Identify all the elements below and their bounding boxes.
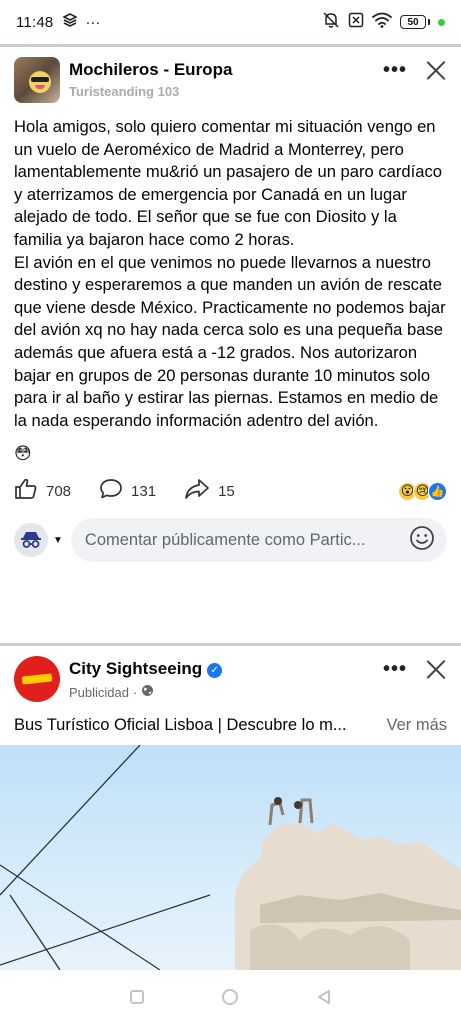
reaction-summary[interactable]: 😮 😢 👍 (398, 481, 447, 501)
post-text: Hola amigos, solo quiero comentar mi sit… (0, 103, 461, 432)
privacy-indicator-dot (438, 18, 445, 26)
page-name-row: City Sightseeing ✓ (69, 659, 383, 679)
sponsored-row: Publicidad · (69, 684, 383, 700)
status-more: ··· (85, 13, 101, 31)
post-meta: Mochileros - Europa Turisteanding 103 (69, 57, 383, 99)
group-avatar[interactable] (14, 57, 60, 103)
author-name[interactable]: Turisteanding 103 (69, 84, 383, 99)
more-options-icon[interactable]: ••• (383, 60, 407, 80)
post-header: City Sightseeing ✓ Publicidad · ••• (0, 646, 461, 702)
separator: · (133, 684, 138, 700)
arch-photo (0, 745, 461, 970)
recents-nav-icon[interactable] (128, 988, 146, 1006)
comment-icon (99, 478, 123, 504)
like-count: 708 (46, 482, 72, 500)
action-bar: 708 131 15 😮 😢 👍 (0, 464, 461, 504)
no-sim-icon (348, 12, 364, 32)
incognito-avatar-icon[interactable] (14, 523, 48, 558)
ad-text-row: Bus Turístico Oficial Lisboa | Descubre … (0, 702, 461, 735)
like-reaction-icon: 👍 (428, 481, 447, 501)
comment-button[interactable]: 131 (99, 478, 156, 504)
globe-icon (141, 684, 154, 700)
home-nav-icon[interactable] (221, 988, 239, 1006)
ad-image[interactable] (0, 745, 461, 970)
post-paragraph: Hola amigos, solo quiero comentar mi sit… (14, 117, 443, 249)
battery-icon: 50 (400, 15, 430, 29)
share-count: 15 (218, 482, 235, 500)
system-nav-bar (0, 970, 461, 1024)
photos-icon (62, 13, 79, 31)
sponsored-post: City Sightseeing ✓ Publicidad · ••• Bus T… (0, 646, 461, 735)
like-button[interactable]: 708 (14, 478, 71, 504)
like-icon (14, 478, 38, 504)
feed-post: Mochileros - Europa Turisteanding 103 ••… (0, 47, 461, 563)
comment-placeholder: Comentar públicamente como Partic... (84, 530, 366, 549)
post-emoji: 😳 (14, 444, 32, 464)
emoji-picker-icon[interactable] (409, 525, 435, 556)
close-icon[interactable] (425, 658, 447, 680)
sponsored-label: Publicidad (69, 684, 129, 700)
group-name[interactable]: Mochileros - Europa (69, 60, 383, 80)
ad-message: Bus Turístico Oficial Lisboa | Descubre … (14, 716, 347, 734)
city-sightseeing-logo (21, 673, 53, 685)
comment-count: 131 (131, 482, 157, 500)
post-meta: City Sightseeing ✓ Publicidad · (69, 656, 383, 700)
wifi-icon (372, 12, 392, 32)
battery-level: 50 (400, 15, 426, 29)
comment-input[interactable]: Comentar públicamente como Partic... (70, 518, 447, 563)
chevron-down-icon[interactable]: ▼ (53, 535, 63, 546)
share-button[interactable]: 15 (184, 478, 235, 504)
back-nav-icon[interactable] (315, 988, 333, 1006)
page-avatar[interactable] (14, 656, 60, 702)
see-more-link[interactable]: Ver más (386, 716, 447, 735)
mute-icon (322, 11, 340, 33)
status-time: 11:48 (16, 13, 54, 31)
status-bar: 11:48 ··· 50 (0, 0, 461, 44)
comment-composer: ▼ Comentar públicamente como Partic... (0, 504, 461, 563)
close-icon[interactable] (425, 59, 447, 81)
page-name[interactable]: City Sightseeing (69, 659, 202, 678)
share-icon (184, 478, 210, 504)
more-options-icon[interactable]: ••• (383, 659, 407, 679)
post-paragraph: El avión en el que venimos no puede llev… (14, 252, 446, 430)
post-header: Mochileros - Europa Turisteanding 103 ••… (0, 47, 461, 103)
verified-badge-icon: ✓ (207, 663, 223, 678)
